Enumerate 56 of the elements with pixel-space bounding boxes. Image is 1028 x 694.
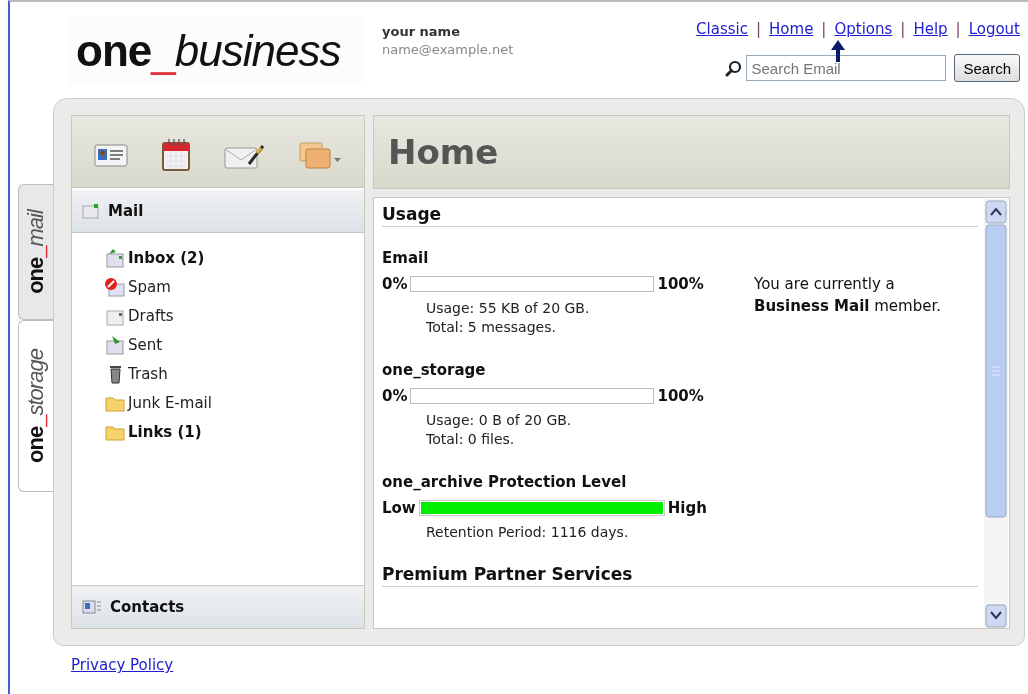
nav-link[interactable]: Options <box>834 20 893 38</box>
logo: one_business <box>68 16 366 86</box>
folder-item[interactable]: Trash <box>104 359 364 388</box>
search-field[interactable]: Search Email <box>746 55 947 81</box>
meter-max-label: 100% <box>657 275 704 293</box>
section-title: Usage <box>382 204 978 227</box>
meter-detail: Usage: 0 B of 20 GB. <box>426 411 573 430</box>
folder-item[interactable]: Drafts <box>104 301 364 330</box>
contacts-section-header[interactable]: Contacts <box>72 585 364 628</box>
meter-detail: Retention Period: 1116 days. <box>426 523 630 542</box>
contacts-section-title: Contacts <box>110 598 185 616</box>
side-tab[interactable]: one_storage <box>18 320 53 492</box>
contact-card-icon[interactable] <box>94 141 129 168</box>
link-separator: | <box>955 20 961 38</box>
meter-title: one_archive Protection Level <box>382 473 628 491</box>
user-email: name@example.net <box>382 42 514 57</box>
privacy-policy-link[interactable]: Privacy Policy <box>71 656 174 674</box>
cursor-arrow-icon <box>830 40 846 62</box>
search-button[interactable]: Search <box>954 54 1020 82</box>
folder-item[interactable]: Junk E-mail <box>104 388 364 417</box>
contacts-icon <box>82 599 102 615</box>
scrollbar[interactable] <box>984 199 1008 628</box>
link-separator: | <box>756 20 762 38</box>
meter-detail: Total: 0 files. <box>426 430 516 449</box>
side-tab[interactable]: one_mail <box>18 184 53 320</box>
meter-detail: Usage: 55 KB of 20 GB. <box>426 299 591 318</box>
nav-link[interactable]: Classic <box>696 20 748 38</box>
inbox-icon <box>104 247 126 268</box>
mail-section-header[interactable]: Mail <box>72 190 364 233</box>
mail-icon <box>82 203 100 219</box>
meter-max-label: 100% <box>657 387 704 405</box>
link-separator: | <box>900 20 906 38</box>
meter-min-label: Low <box>382 499 416 517</box>
meter-min-label: 0% <box>382 387 408 405</box>
meter-max-label: High <box>667 499 707 517</box>
section-title: Premium Partner Services <box>382 564 978 587</box>
nav-link[interactable]: Help <box>913 20 948 38</box>
user-name: your name <box>382 24 461 39</box>
meter-title: Email <box>382 249 430 267</box>
folder-item[interactable]: Links (1) <box>104 417 364 446</box>
mail-section-title: Mail <box>108 202 144 220</box>
folder-item[interactable]: Sent <box>104 330 364 359</box>
link-separator: | <box>821 20 827 38</box>
meter-detail: Total: 5 messages. <box>426 318 557 337</box>
calendar-icon[interactable] <box>160 137 191 172</box>
nav-link[interactable]: Logout <box>968 20 1020 38</box>
spam-icon <box>104 276 126 297</box>
meter-min-label: 0% <box>382 275 408 293</box>
search-icon <box>725 59 743 77</box>
sent-icon <box>104 334 126 355</box>
page-title: Home <box>388 132 499 172</box>
meter-title: one_storage <box>382 361 487 379</box>
folder-item[interactable]: Spam <box>104 272 364 301</box>
nav-link[interactable]: Home <box>769 20 814 38</box>
folder-item[interactable]: Inbox (2) <box>104 243 364 272</box>
membership-text: You are currently a Business Mail member. <box>754 274 942 317</box>
